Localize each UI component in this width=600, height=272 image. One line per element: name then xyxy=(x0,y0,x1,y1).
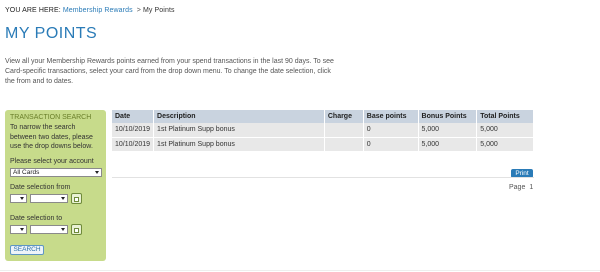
column-header-bonus-points[interactable]: Bonus Points xyxy=(418,110,478,123)
date-from-label: Date selection from xyxy=(10,184,71,191)
transaction-search-help: To narrow the search between two dates, … xyxy=(10,124,93,150)
table-row: 10/10/2019 1st Platinum Supp bonus 0 5,0… xyxy=(112,123,534,138)
cell-charge xyxy=(324,123,364,138)
date-to-month-select[interactable] xyxy=(30,225,68,234)
breadcrumb-link-membership-rewards[interactable]: Membership Rewards xyxy=(63,7,133,14)
column-header-base-points[interactable]: Base points xyxy=(363,110,419,123)
cell-bonus-points: 5,000 xyxy=(418,137,478,152)
account-select[interactable]: All Cards xyxy=(10,168,102,177)
intro-text: View all your Membership Rewards points … xyxy=(5,58,334,85)
cell-description: 1st Platinum Supp bonus xyxy=(153,123,325,138)
cell-description: 1st Platinum Supp bonus xyxy=(153,137,325,152)
cell-base-points: 0 xyxy=(363,137,419,152)
breadcrumb-prefix: YOU ARE HERE: xyxy=(5,7,61,14)
column-header-charge[interactable]: Charge xyxy=(324,110,364,123)
cell-date: 10/10/2019 xyxy=(112,137,155,152)
date-to-label: Date selection to xyxy=(10,215,63,222)
cell-total-points: 5,000 xyxy=(476,137,534,152)
account-select-label: Please select your account xyxy=(10,158,94,165)
calendar-to-icon[interactable] xyxy=(71,224,82,235)
cell-total-points: 5,000 xyxy=(476,123,534,138)
table-divider xyxy=(112,177,534,178)
breadcrumb: YOU ARE HERE: Membership Rewards > My Poi… xyxy=(5,7,175,14)
column-header-description[interactable]: Description xyxy=(153,110,325,123)
transaction-search-panel: TRANSACTION SEARCH To narrow the search … xyxy=(5,110,106,261)
pagination: Page 1 xyxy=(509,184,533,191)
chevron-down-icon xyxy=(20,228,24,231)
transaction-search-title: TRANSACTION SEARCH xyxy=(10,114,92,121)
footer-divider xyxy=(0,270,600,271)
cell-charge xyxy=(324,137,364,152)
chevron-down-icon xyxy=(61,197,65,200)
calendar-from-icon[interactable] xyxy=(71,193,82,204)
account-select-value: All Cards xyxy=(13,169,40,176)
date-to-day-select[interactable] xyxy=(10,225,27,234)
breadcrumb-current: My Points xyxy=(142,7,175,14)
chevron-down-icon xyxy=(20,197,24,200)
page-number-link[interactable]: 1 xyxy=(529,184,533,191)
table-row: 10/10/2019 1st Platinum Supp bonus 0 5,0… xyxy=(112,137,534,152)
column-header-date[interactable]: Date xyxy=(112,110,155,123)
points-table: Date Description Charge Base points Bonu… xyxy=(112,110,534,152)
page-title: MY POINTS xyxy=(5,25,98,42)
chevron-down-icon xyxy=(95,171,99,174)
search-button[interactable]: SEARCH xyxy=(10,245,44,255)
column-header-total-points[interactable]: Total Points xyxy=(476,110,534,123)
cell-date: 10/10/2019 xyxy=(112,123,155,138)
page-label: Page xyxy=(509,184,526,191)
cell-bonus-points: 5,000 xyxy=(418,123,478,138)
breadcrumb-separator: > xyxy=(136,7,141,14)
date-from-day-select[interactable] xyxy=(10,194,27,203)
cell-base-points: 0 xyxy=(363,123,419,138)
table-header-row: Date Description Charge Base points Bonu… xyxy=(112,110,534,123)
date-from-month-select[interactable] xyxy=(30,194,68,203)
chevron-down-icon xyxy=(61,228,65,231)
